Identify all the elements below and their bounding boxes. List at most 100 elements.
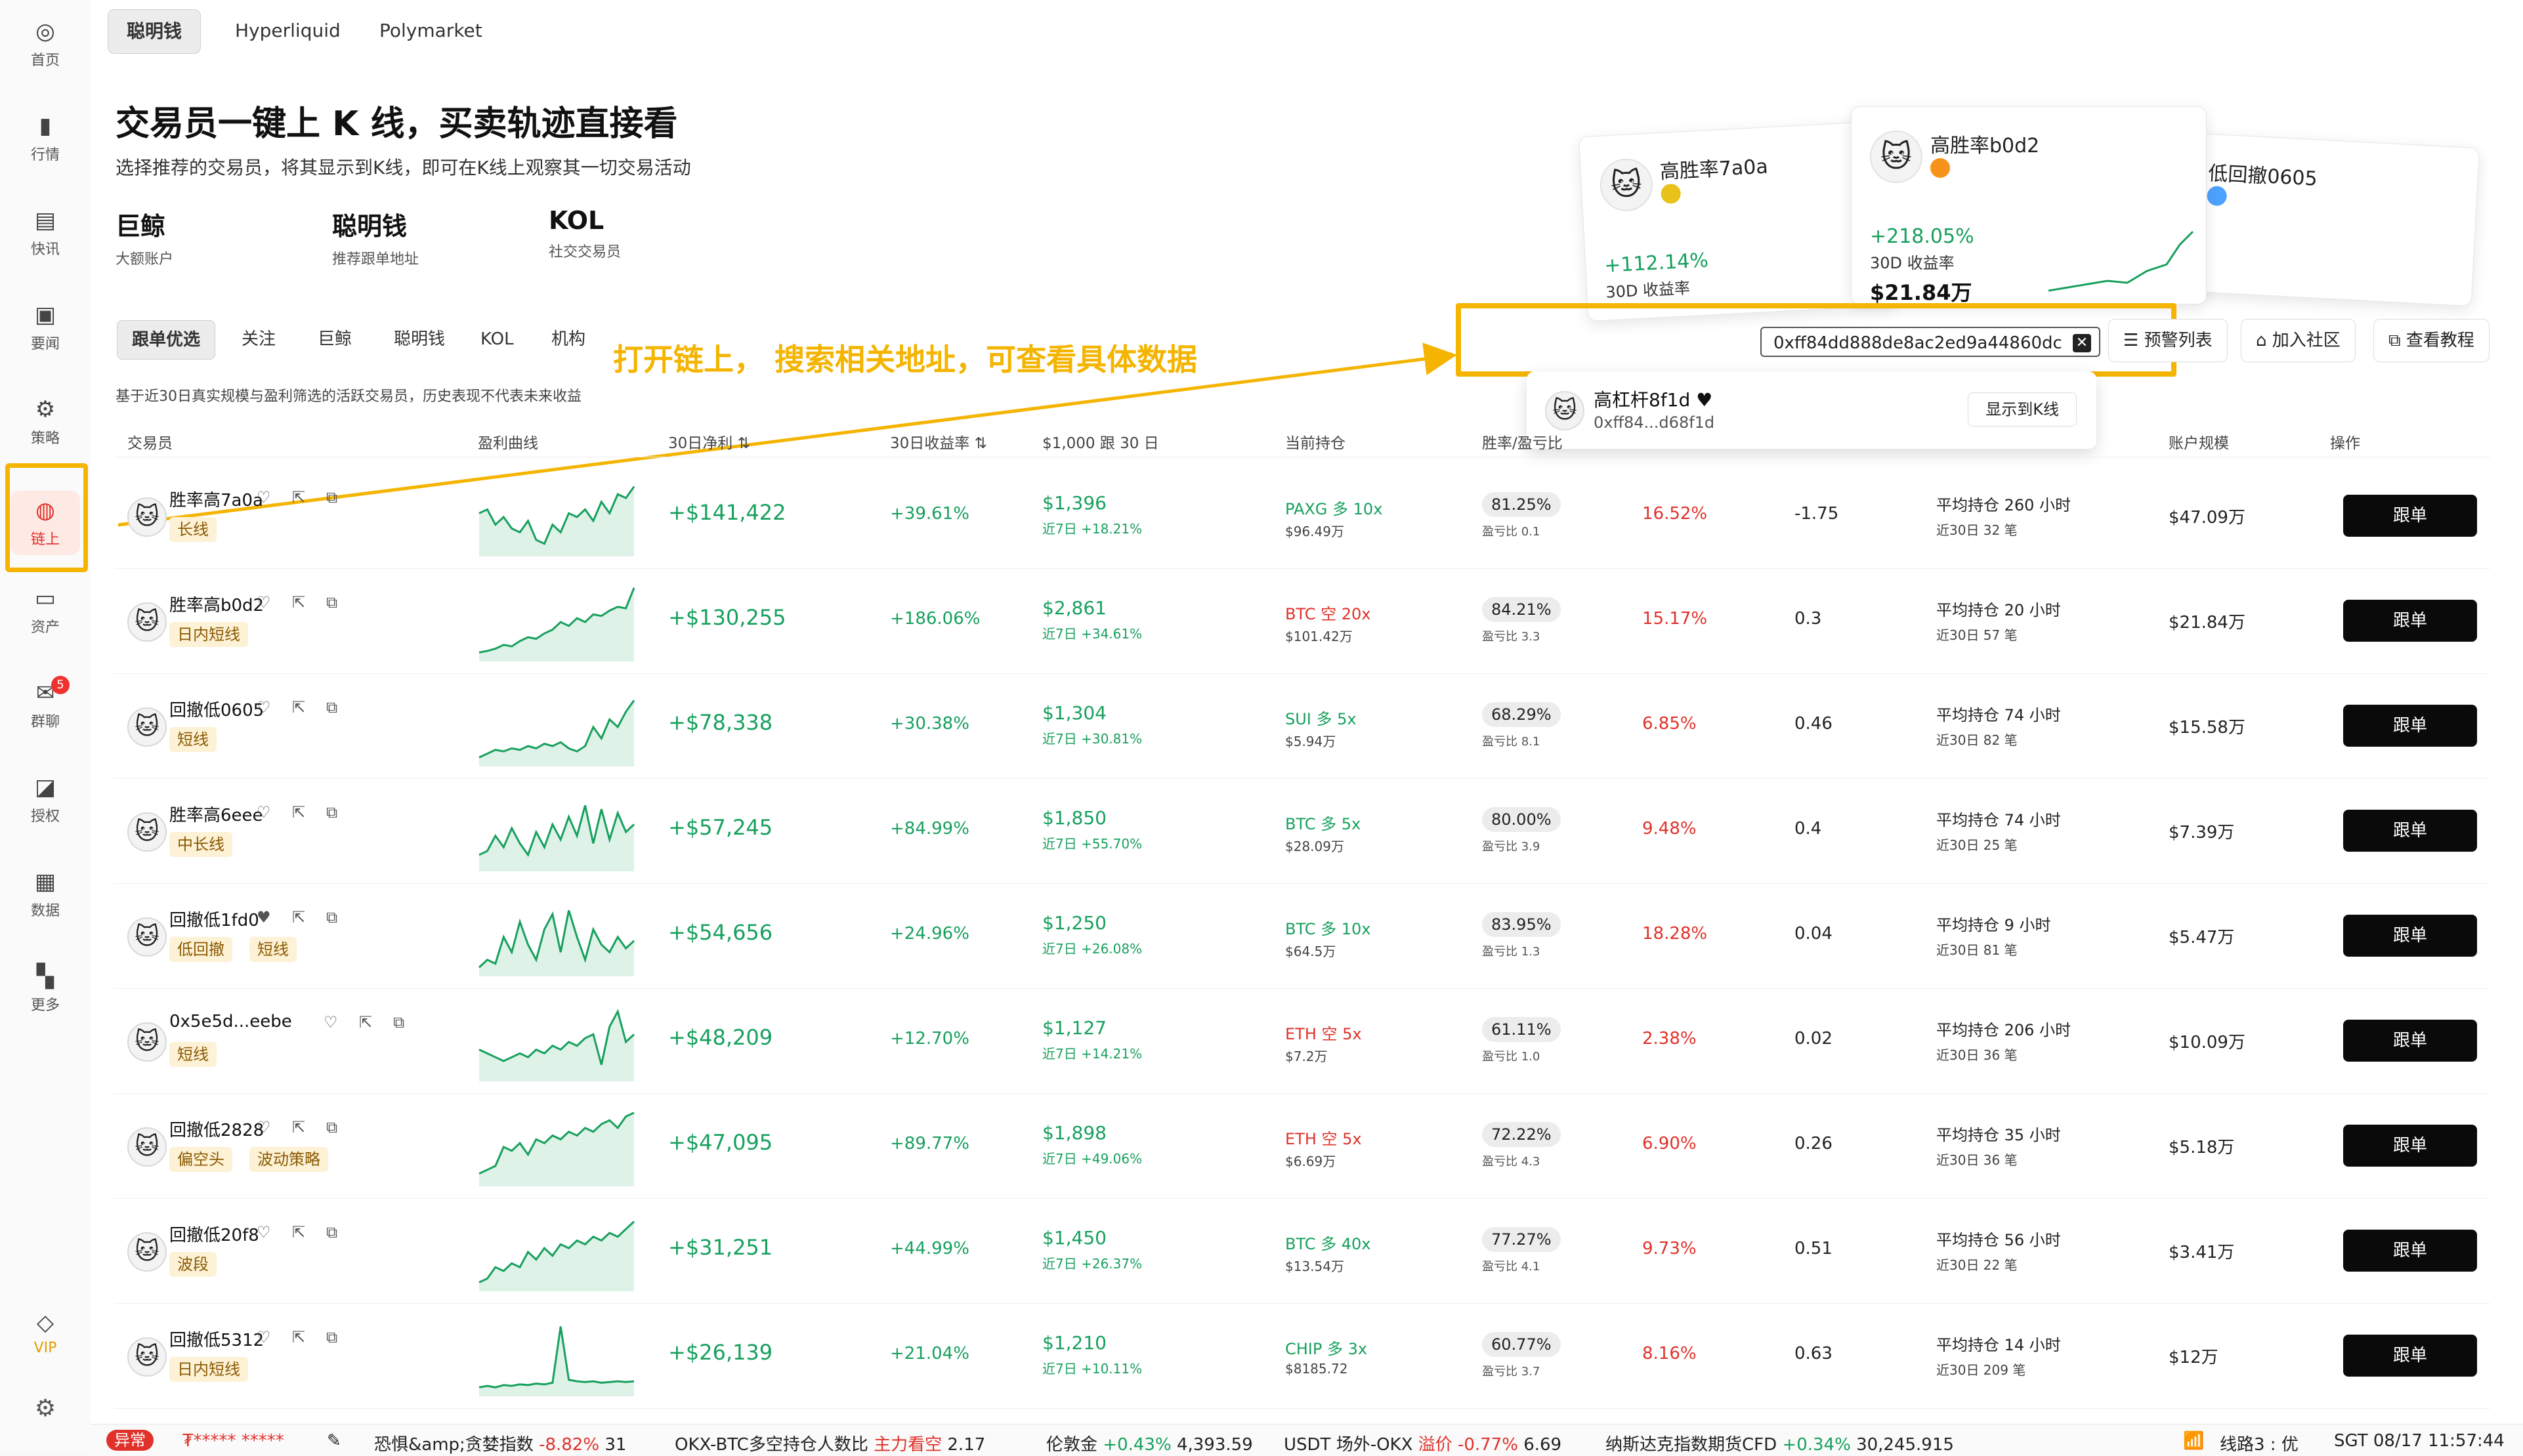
tutorial-button[interactable]: ⧉ 查看教程 bbox=[2373, 319, 2490, 362]
network-line[interactable]: 线路3 : 优 bbox=[2220, 1431, 2299, 1455]
share-icon[interactable]: ⇱ bbox=[292, 1223, 305, 1241]
sidebar-item-6[interactable]: ▭ 资产 bbox=[0, 585, 91, 636]
ratio-value: -1.75 bbox=[1794, 504, 1839, 524]
cat-avatar-icon: 🐱 bbox=[127, 1022, 167, 1062]
sidebar-item-2[interactable]: ▤ 快讯 bbox=[0, 207, 91, 259]
sidebar-item-9[interactable]: ▦ 数据 bbox=[0, 869, 91, 920]
follow-button[interactable]: 跟单 bbox=[2343, 1125, 2477, 1167]
table-row[interactable]: 🐱 回撤低20f8 ♡ ⇱ ⧉ 波段 +$31,251 +44.99% $1,450 近7日 +2… bbox=[114, 1198, 2490, 1304]
copy-icon[interactable]: ⧉ bbox=[326, 908, 337, 926]
heart-icon[interactable]: ♡ bbox=[257, 1328, 271, 1346]
trade-count: 近30日 32 笔 bbox=[1936, 522, 2018, 538]
heart-icon[interactable]: ♡ bbox=[257, 698, 271, 717]
preview-card[interactable]: 低回撤0605 bbox=[2188, 133, 2480, 307]
sidebar-item-8[interactable]: ◪ 授权 bbox=[0, 774, 91, 825]
clock-time: SGT 08/17 11:57:44 bbox=[2334, 1431, 2505, 1451]
table-row[interactable]: 🐱 胜率高6eee ♡ ⇱ ⧉ 中长线 +$57,245 +84.99% $1,850 近7日 +… bbox=[114, 778, 2490, 884]
share-icon[interactable]: ⇱ bbox=[292, 593, 305, 612]
share-icon[interactable]: ⇱ bbox=[292, 488, 305, 507]
follow-button[interactable]: 跟单 bbox=[2343, 1020, 2477, 1062]
ticker-item[interactable]: OKX-BTC多空持仓人数比 主力看空 2.17 bbox=[675, 1431, 985, 1455]
preview-card[interactable]: 🐱 高胜率7a0a +112.14% 30D 收益率 bbox=[1578, 120, 1898, 322]
sidebar-item-1[interactable]: ▮ 行情 bbox=[0, 113, 91, 164]
trader-name[interactable]: 回撤低5312 bbox=[169, 1327, 264, 1351]
follow-button[interactable]: 跟单 bbox=[2343, 495, 2477, 537]
sidebar-item-0[interactable]: ◎ 首页 bbox=[0, 18, 91, 70]
trader-name[interactable]: 回撤低0605 bbox=[169, 697, 264, 721]
copy-icon[interactable]: ⧉ bbox=[326, 1328, 337, 1346]
table-row[interactable]: 🐱 0x5e5d...eebe ♡ ⇱ ⧉ 短线 +$48,209 +12.70% $1,127… bbox=[114, 988, 2490, 1094]
table-row[interactable]: 🐱 胜率高7a0a ♡ ⇱ ⧉ 长线 +$141,422 +39.61% $1,396 近7日 +… bbox=[114, 463, 2490, 569]
ticker-item[interactable]: 纳斯达克指数期货CFD +0.34% 30,245.915 bbox=[1605, 1431, 1954, 1455]
vip-button[interactable]: ◇ VIP bbox=[0, 1310, 91, 1356]
trader-name[interactable]: 胜率高6eee bbox=[169, 802, 263, 826]
follow-button[interactable]: 跟单 bbox=[2343, 705, 2477, 747]
table-row[interactable]: 🐱 回撤低5312 ♡ ⇱ ⧉ 日内短线 +$26,139 +21.04% $1,210 近7日 … bbox=[114, 1303, 2490, 1409]
account-size: $47.09万 bbox=[2169, 508, 2245, 528]
status-badge[interactable]: 异常 bbox=[106, 1430, 154, 1451]
copy-icon[interactable]: ⧉ bbox=[393, 1013, 404, 1031]
table-row[interactable]: 🐱 回撤低0605 ♡ ⇱ ⧉ 短线 +$78,338 +30.38% $1,304 近7日 +3… bbox=[114, 673, 2490, 779]
share-icon[interactable]: ⇱ bbox=[292, 698, 305, 717]
follow-button[interactable]: 跟单 bbox=[2343, 915, 2477, 957]
category-kol[interactable]: KOL 社交交易员 bbox=[549, 206, 621, 261]
tab-smart-money[interactable]: 聪明钱 bbox=[108, 9, 201, 54]
heart-icon[interactable]: ♡ bbox=[257, 1223, 271, 1241]
heart-icon[interactable]: ♡ bbox=[257, 1118, 271, 1136]
trader-name[interactable]: 回撤低1fd0 bbox=[169, 907, 259, 931]
follow-button[interactable]: 跟单 bbox=[2343, 1335, 2477, 1377]
trader-name[interactable]: 胜率高b0d2 bbox=[169, 592, 264, 616]
share-icon[interactable]: ⇱ bbox=[292, 908, 305, 926]
preview-card[interactable]: 🐱 高胜率b0d2 +218.05% 30D 收益率 $21.84万 bbox=[1851, 106, 2207, 305]
news-flash-icon: ▤ bbox=[34, 207, 56, 234]
join-community-button[interactable]: ⌂ 加入社区 bbox=[2241, 319, 2356, 362]
heart-icon[interactable]: ♥ bbox=[257, 908, 271, 926]
heart-icon[interactable]: ♥ bbox=[1696, 389, 1712, 411]
sidebar-item-10[interactable]: ▚ 更多 bbox=[0, 963, 91, 1014]
table-row[interactable]: 🐱 胜率高b0d2 ♡ ⇱ ⧉ 日内短线 +$130,255 +186.06% $2,861 近7… bbox=[114, 568, 2490, 674]
category-smart-money[interactable]: 聪明钱 推荐跟单地址 bbox=[332, 206, 419, 268]
trader-name[interactable]: 回撤低20f8 bbox=[169, 1222, 259, 1246]
follow-button[interactable]: 跟单 bbox=[2343, 810, 2477, 852]
follow-button[interactable]: 跟单 bbox=[2343, 600, 2477, 642]
ticker-item[interactable]: USDT 场外-OKX 溢价 -0.77% 6.69 bbox=[1284, 1431, 1561, 1455]
tab-polymarket[interactable]: Polymarket bbox=[361, 9, 501, 52]
sidebar-item-7[interactable]: ✉ 群聊 5 bbox=[0, 676, 91, 731]
share-icon[interactable]: ⇱ bbox=[359, 1013, 372, 1031]
copy-icon[interactable]: ⧉ bbox=[326, 593, 337, 612]
col-position: 当前持仓 bbox=[1285, 435, 1346, 452]
share-icon[interactable]: ⇱ bbox=[292, 1328, 305, 1346]
copy-icon[interactable]: ⧉ bbox=[326, 803, 337, 822]
trader-name[interactable]: 0x5e5d...eebe bbox=[169, 1012, 292, 1031]
share-icon[interactable]: ⇱ bbox=[292, 1118, 305, 1136]
heart-icon[interactable]: ♡ bbox=[257, 488, 271, 507]
copy-icon[interactable]: ⧉ bbox=[326, 488, 337, 507]
account-size: $21.84万 bbox=[2169, 613, 2245, 633]
col-30d-pnl[interactable]: 30日净利 ⇅ bbox=[668, 430, 750, 453]
position-size: $64.5万 bbox=[1285, 944, 1336, 959]
copy-icon[interactable]: ⧉ bbox=[326, 698, 337, 717]
share-icon[interactable]: ⇱ bbox=[292, 803, 305, 822]
category-whale[interactable]: 巨鲸 大额账户 bbox=[116, 206, 173, 268]
heart-icon[interactable]: ♡ bbox=[324, 1013, 338, 1031]
tab-hyperliquid[interactable]: Hyperliquid bbox=[217, 9, 359, 52]
pnl-sparkline bbox=[478, 909, 635, 976]
copy-icon[interactable]: ⧉ bbox=[326, 1118, 337, 1136]
trader-name[interactable]: 回撤低2828 bbox=[169, 1117, 264, 1141]
ticker-item[interactable]: 伦敦金 +0.43% 4,393.59 bbox=[1046, 1431, 1253, 1455]
sidebar-item-3[interactable]: ▣ 要闻 bbox=[0, 302, 91, 353]
ticker-item[interactable]: 恐惧&amp;贪婪指数 -8.82% 31 bbox=[374, 1431, 626, 1455]
copy-icon[interactable]: ⧉ bbox=[326, 1223, 337, 1241]
col-30d-roi[interactable]: 30日收益率 ⇅ bbox=[890, 430, 987, 453]
alert-list-button[interactable]: ☰ 预警列表 bbox=[2108, 319, 2228, 362]
settings-icon[interactable]: ⚙ bbox=[0, 1395, 91, 1422]
table-row[interactable]: 🐱 回撤低2828 ♡ ⇱ ⧉ 偏空头 波动策略 +$47,095 +89.77% $1,898 近… bbox=[114, 1093, 2490, 1199]
position-size: $28.09万 bbox=[1285, 839, 1344, 854]
edit-icon[interactable]: ✎ bbox=[327, 1431, 341, 1451]
heart-icon[interactable]: ♡ bbox=[257, 593, 271, 612]
follow-button[interactable]: 跟单 bbox=[2343, 1230, 2477, 1272]
sidebar-item-4[interactable]: ⚙ 策略 bbox=[0, 396, 91, 447]
table-row[interactable]: 🐱 回撤低1fd0 ♥ ⇱ ⧉ 低回撤 短线 +$54,656 +24.96% $1,250 近7日… bbox=[114, 883, 2490, 989]
trader-name[interactable]: 胜率高7a0a bbox=[169, 487, 263, 511]
heart-icon[interactable]: ♡ bbox=[257, 803, 271, 822]
